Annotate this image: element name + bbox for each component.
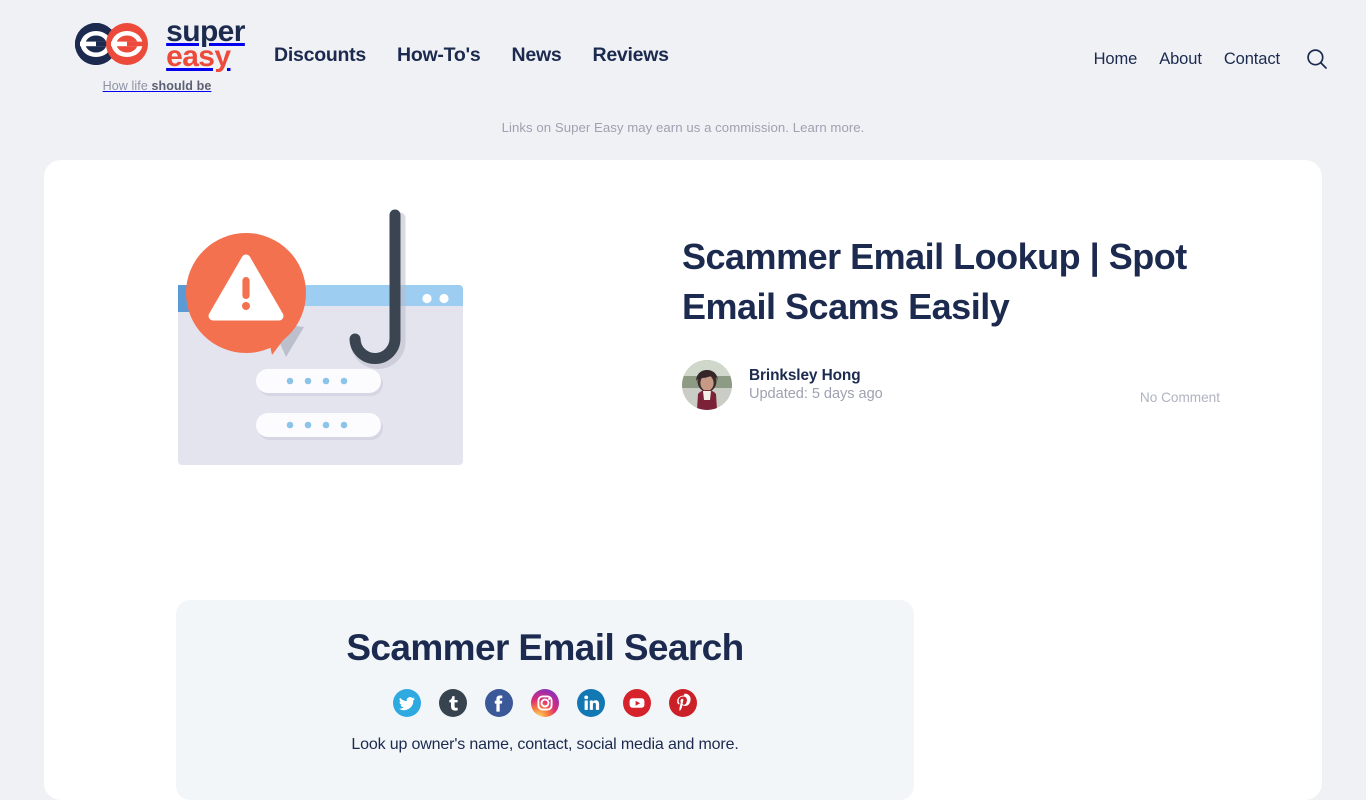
brand-wordmark: super easy [166,16,245,74]
facebook-icon[interactable] [485,689,513,717]
nav-item-contact[interactable]: Contact [1224,50,1280,69]
article-card: Scammer Email Lookup | Spot Email Scams … [44,160,1322,800]
youtube-icon[interactable] [623,689,651,717]
super-easy-double-e-logo-icon [69,21,157,67]
tagline-prefix: How life [102,79,152,94]
search-panel-subtitle: Look up owner's name, contact, social me… [351,736,739,753]
nav-item-reviews[interactable]: Reviews [592,44,669,67]
page-title: Scammer Email Lookup | Spot Email Scams … [682,236,1187,327]
nav-item-news[interactable]: News [512,44,562,67]
byline-text: Brinksley Hong Updated: 5 days ago [749,367,883,403]
brand-logo-link[interactable]: super easy How life should be [44,16,270,93]
avatar[interactable] [682,360,732,411]
author-name-link[interactable]: Brinksley Hong [749,367,883,385]
pinterest-icon[interactable] [669,689,697,717]
search-icon[interactable] [1304,46,1330,72]
phishing-email-warning-illustration-icon [176,205,476,475]
updated-timestamp: Updated: 5 days ago [749,386,883,403]
nav-item-about[interactable]: About [1159,50,1202,69]
brand-tagline: How life should be [103,79,212,93]
comment-count-link[interactable]: No Comment [1140,390,1220,405]
article-byline: Brinksley Hong Updated: 5 days ago No Co… [682,359,1262,411]
search-panel-title: Scammer Email Search [346,627,744,668]
article-header-text: Scammer Email Lookup | Spot Email Scams … [682,232,1262,411]
nav-item-how-tos[interactable]: How-To's [397,44,481,67]
linkedin-icon[interactable] [577,689,605,717]
brand-row: super easy [69,16,245,74]
brand-word-easy: easy [166,40,231,74]
disclosure-text: Links on Super Easy may earn us a commis… [501,120,789,135]
article-hero: Scammer Email Lookup | Spot Email Scams … [44,160,1322,580]
secondary-navigation: Home About Contact [1094,46,1330,72]
nav-item-discounts[interactable]: Discounts [274,44,366,67]
social-icon-row [176,689,914,717]
twitter-icon[interactable] [393,689,421,717]
nav-item-home[interactable]: Home [1094,50,1138,69]
site-header: super easy How life should be Discounts … [0,0,1366,114]
instagram-icon[interactable] [531,689,559,717]
primary-navigation: Discounts How-To's News Reviews [274,44,669,67]
tumblr-icon[interactable] [439,689,467,717]
tagline-bold: should be [151,79,212,94]
scammer-email-search-panel: Scammer Email Search Look up owner's nam… [176,600,914,800]
disclosure-learn-more-link[interactable]: Learn more. [793,120,865,135]
affiliate-disclosure: Links on Super Easy may earn us a commis… [0,120,1366,135]
